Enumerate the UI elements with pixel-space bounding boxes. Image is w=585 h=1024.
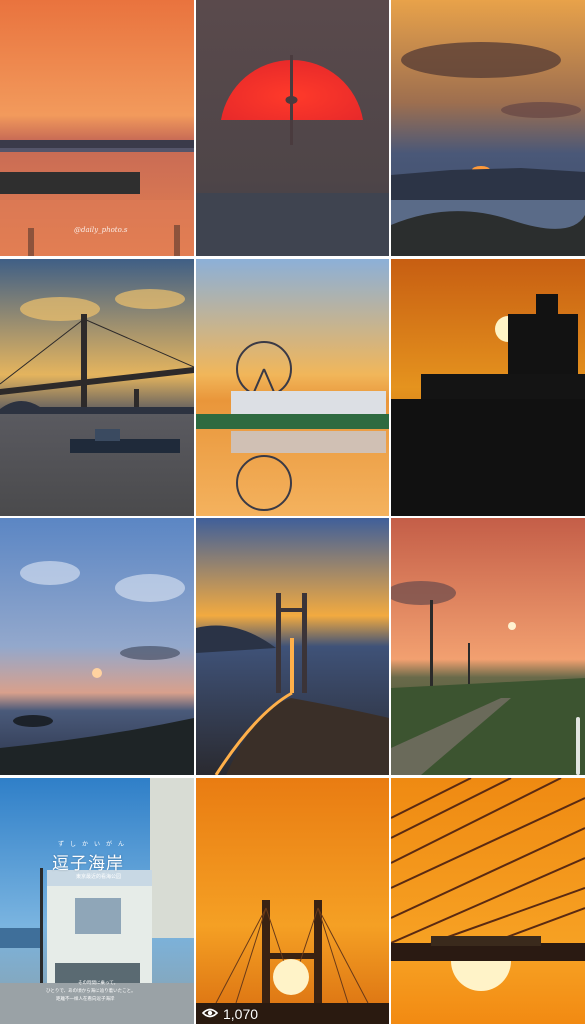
zushi-subtitle: 東京最近的看海公园 [76, 874, 122, 880]
watermark-text: @daily_photo.s [74, 226, 128, 234]
zushi-kana-text: ずしかいがん [58, 841, 131, 848]
zushi-caption-line2: ひとりで、あの頃から海に辿り着いたこと。 [46, 989, 136, 994]
zushi-caption-line1: その時間に乗って。 [78, 981, 119, 986]
photo-tile-suspension-bridge-boats[interactable] [0, 259, 194, 516]
photo-tile-cloudy-sunset-islands[interactable] [391, 0, 585, 256]
photo-tile-blue-sky-sunset-sea[interactable] [0, 518, 194, 775]
photo-tile-orange-bridge-tower-sun[interactable] [196, 778, 389, 1024]
zushi-title: 逗子海岸 [52, 854, 124, 874]
photo-tile-sun-powerlines-road[interactable] [391, 518, 585, 775]
scrollbar-thumb[interactable] [576, 717, 580, 775]
photo-tile-sun-building-silhouette[interactable] [391, 259, 585, 516]
photo-tile-bridge-cables-train-sun[interactable] [391, 778, 585, 1024]
photo-grid: @daily_photo.s ずしかいがん 逗子海岸 東京最近的看海公园 その時… [0, 0, 585, 1024]
photo-tile-cable-bridge-highway[interactable] [196, 518, 389, 775]
photo-tile-red-sun-tower[interactable] [196, 0, 389, 256]
photo-tile-ferris-wheel-reflection[interactable] [196, 259, 389, 516]
photo-tile-sunset-bridge-pier[interactable]: @daily_photo.s [0, 0, 194, 256]
view-count: 1,070 [201, 1006, 259, 1022]
zushi-caption-line3: 距離不一样人在看向逗子海岸 [56, 997, 115, 1002]
eye-icon [201, 1006, 219, 1022]
view-count-value: 1,070 [223, 1006, 259, 1022]
